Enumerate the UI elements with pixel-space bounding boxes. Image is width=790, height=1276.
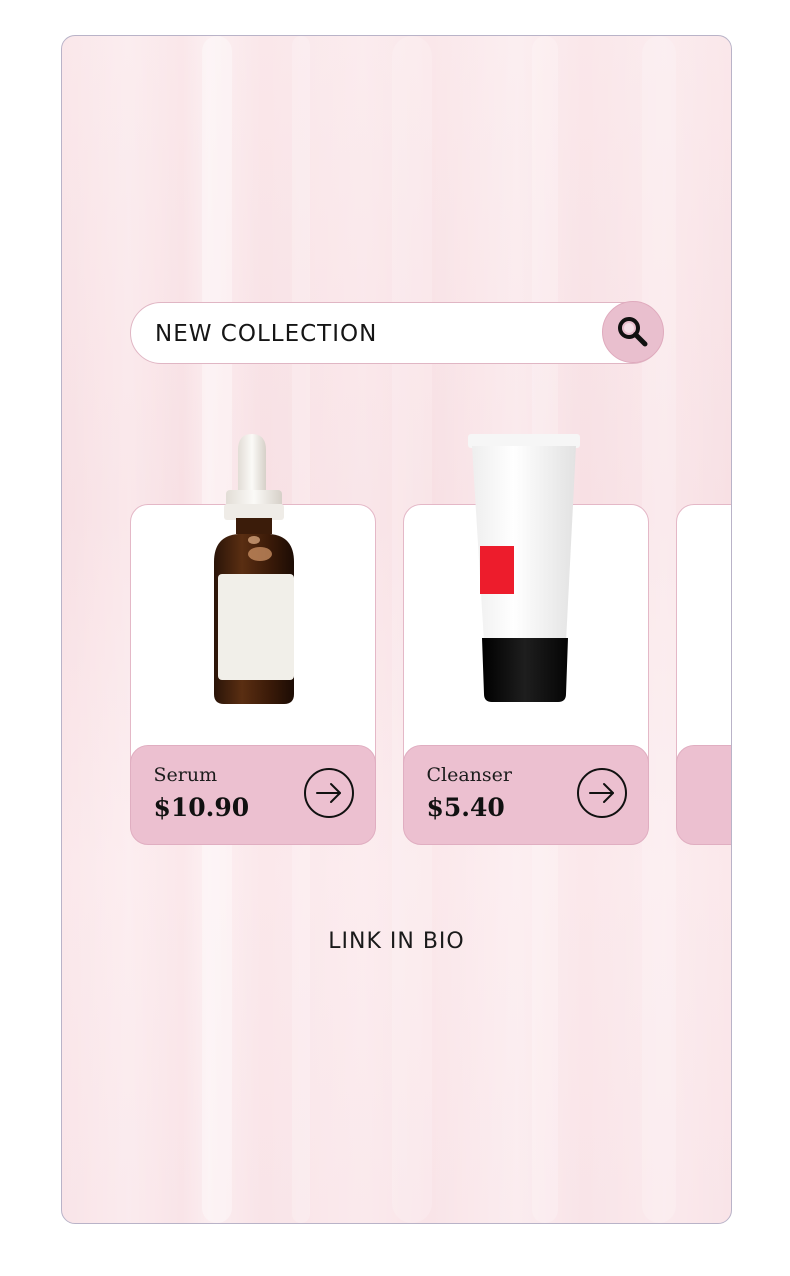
product-card-footer: [675, 744, 731, 845]
product-card-footer: Serum $10.90: [129, 744, 376, 845]
product-card-footer: Cleanser $5.40: [402, 744, 649, 845]
product-price: $5.40: [426, 792, 505, 822]
cleanser-tube-image: [468, 434, 580, 702]
phone-frame: NEW COLLECTION Serum $10.90 Cleanser $5.…: [61, 35, 732, 1224]
link-in-bio[interactable]: LINK IN BIO: [62, 929, 731, 954]
product-name: Serum: [153, 763, 218, 786]
arrow-right-icon[interactable]: [576, 767, 628, 819]
product-name: Cleanser: [426, 763, 513, 786]
serum-bottle-image: [214, 434, 294, 704]
search-icon: [618, 317, 648, 347]
search-bar[interactable]: NEW COLLECTION: [130, 301, 664, 364]
product-price: $10.90: [153, 792, 250, 822]
product-card-partial[interactable]: [675, 504, 731, 845]
arrow-right-icon[interactable]: [303, 767, 355, 819]
search-label: NEW COLLECTION: [155, 321, 378, 347]
search-button[interactable]: [602, 301, 664, 363]
